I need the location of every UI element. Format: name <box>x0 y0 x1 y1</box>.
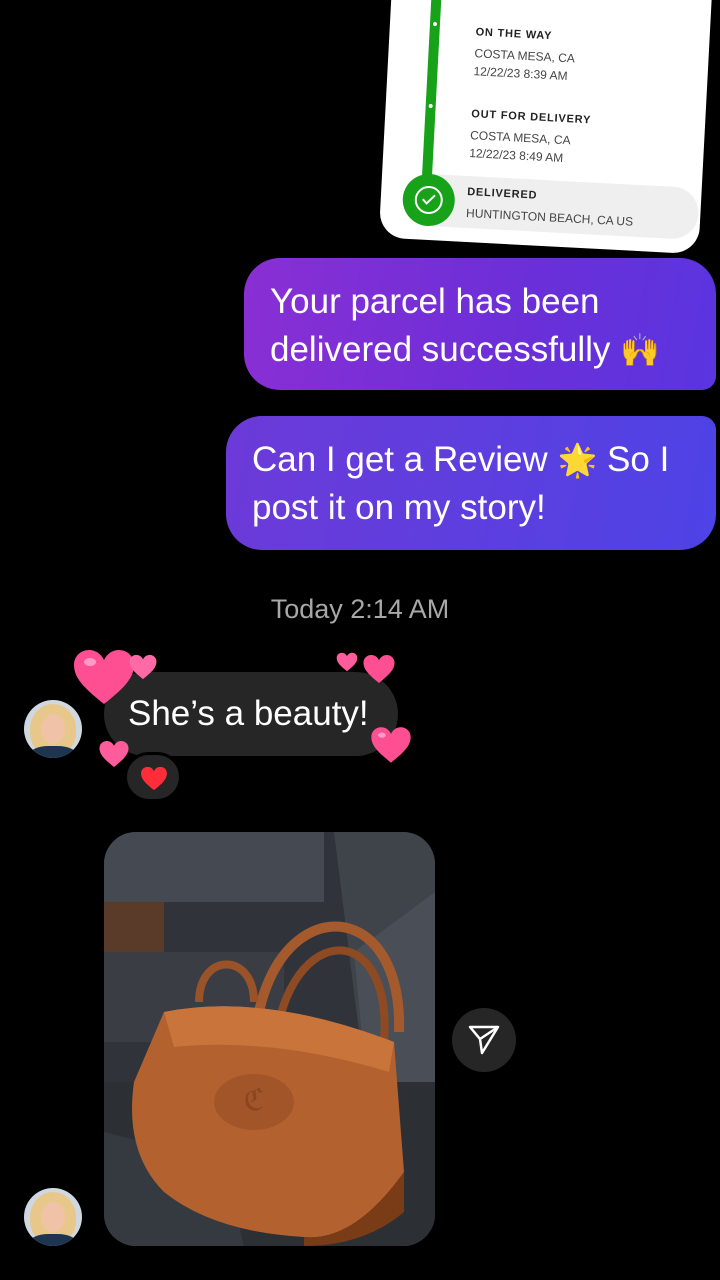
message-timestamp: Today 2:14 AM <box>270 594 450 624</box>
avatar[interactable] <box>24 700 82 758</box>
avatar[interactable] <box>24 1188 82 1246</box>
heart-sticker-icon <box>74 650 134 704</box>
photo-message[interactable]: ℭ <box>104 832 435 1246</box>
heart-sticker-icon <box>99 740 129 768</box>
star-emoji-icon: 🌟 <box>557 441 598 479</box>
sent-message-bubble[interactable]: Can I get a Review 🌟 So I post it on my … <box>226 416 716 550</box>
step-status: ON THE WAY <box>475 26 553 43</box>
heart-sticker-icon <box>363 655 395 683</box>
step-time: 12/22/23 8:39 AM <box>473 64 568 84</box>
heart-icon <box>141 766 167 791</box>
svg-text:ℭ: ℭ <box>243 1083 264 1118</box>
share-button[interactable] <box>452 1008 516 1072</box>
raised-hands-emoji-icon: 🙌 <box>620 331 661 369</box>
sent-message-bubble[interactable]: Your parcel has been delivered successfu… <box>244 258 716 390</box>
tracking-screenshot[interactable]: ON THE WAY COSTA MESA, CA 12/22/23 8:39 … <box>378 0 714 255</box>
reaction-badge[interactable] <box>124 752 182 802</box>
handbag-photo: ℭ <box>104 832 435 1246</box>
heart-sticker-icon <box>371 727 411 763</box>
received-message-bubble[interactable]: She’s a beauty! <box>104 672 398 756</box>
message-text: Your parcel has been delivered successfu… <box>270 282 611 369</box>
heart-sticker-icon <box>336 652 358 672</box>
tracking-step: ON THE WAY COSTA MESA, CA 12/22/23 8:39 … <box>473 26 576 85</box>
heart-sticker-icon <box>129 654 157 680</box>
message-text: She’s a beauty! <box>128 694 369 733</box>
send-icon <box>468 1025 500 1055</box>
tracking-step: OUT FOR DELIVERY COSTA MESA, CA 12/22/23… <box>469 108 592 168</box>
step-status: OUT FOR DELIVERY <box>471 108 592 127</box>
message-text: Can I get a Review <box>252 440 548 479</box>
